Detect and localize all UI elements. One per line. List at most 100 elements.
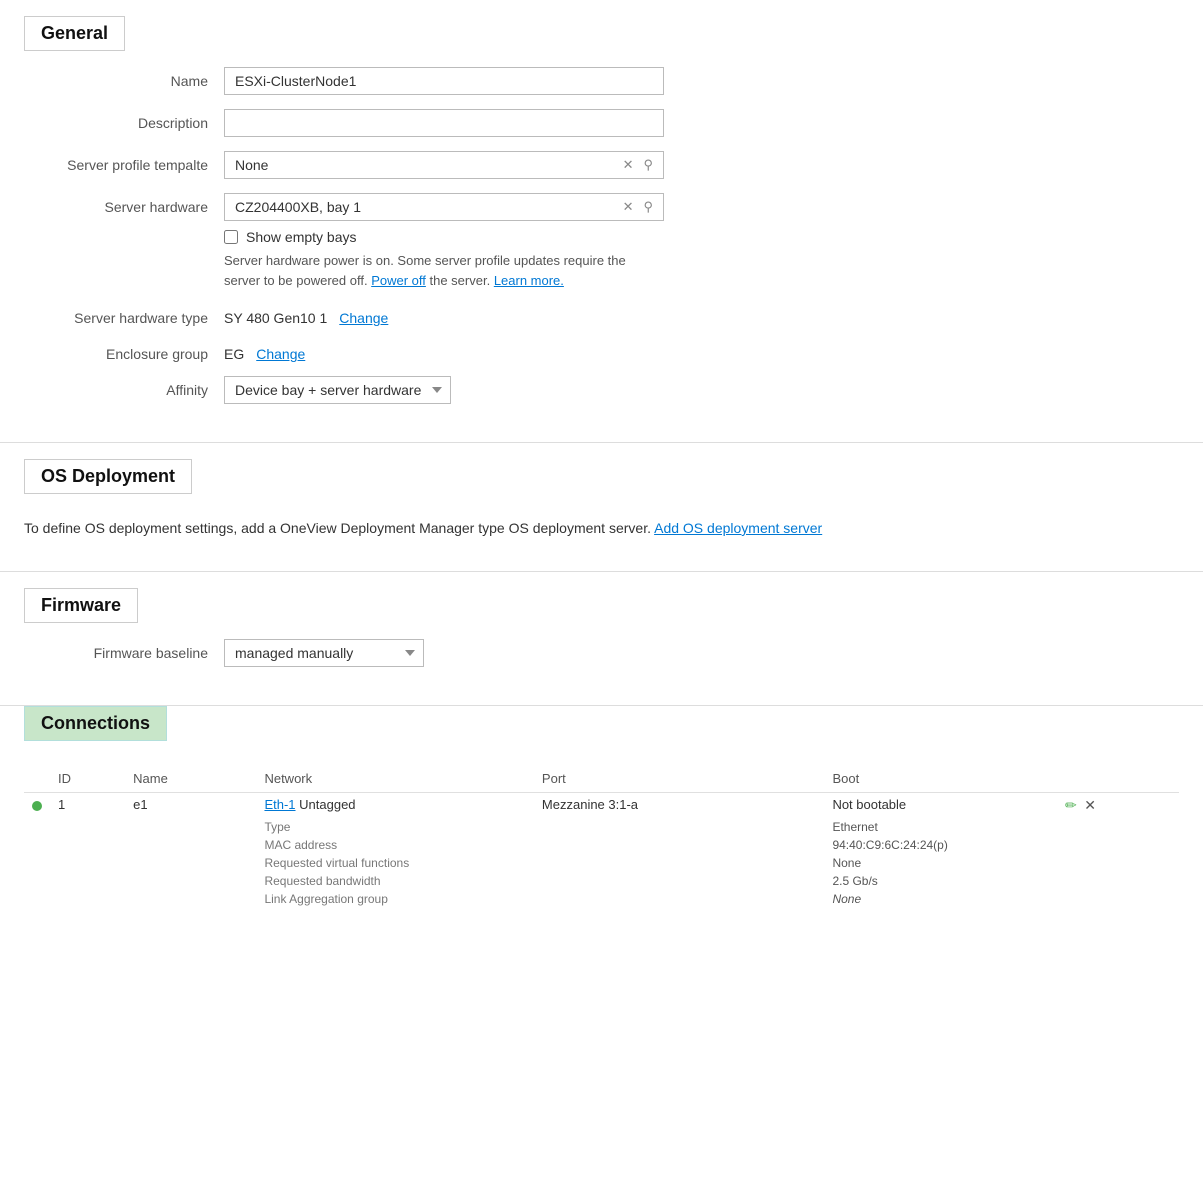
server-hardware-type-label: Server hardware type <box>24 304 224 326</box>
conn-bw-label: Requested bandwidth <box>264 874 380 888</box>
conn-mac-label: MAC address <box>264 838 337 852</box>
show-empty-bays-label[interactable]: Show empty bays <box>246 229 357 245</box>
name-input[interactable] <box>224 67 664 95</box>
conn-boot: Not bootable <box>832 797 906 812</box>
server-hardware-input-wrapper: ✕ ⚲ <box>224 193 664 221</box>
server-hardware-row: Server hardware ✕ ⚲ Show empty bays Serv… <box>0 193 1203 290</box>
server-profile-template-clear-btn[interactable]: ✕ <box>621 155 636 175</box>
description-row: Description <box>0 109 1203 137</box>
server-hardware-type-row: Server hardware type SY 480 Gen10 1 Chan… <box>0 304 1203 326</box>
conn-detail-bw-row: Requested bandwidth 2.5 Gb/s <box>24 872 1179 890</box>
show-empty-bays-checkbox[interactable] <box>224 230 238 244</box>
conn-detail-lag-row: Link Aggregation group None <box>24 890 1179 908</box>
conn-detail-type-row: Type Ethernet <box>24 818 1179 836</box>
server-hardware-input[interactable] <box>225 194 621 220</box>
conn-network-cell: Eth-1 Untagged <box>256 793 533 819</box>
connections-col-network: Network <box>256 765 533 793</box>
conn-detail-empty3 <box>125 818 256 836</box>
conn-detail-bw-value-cell: 2.5 Gb/s <box>824 872 1179 890</box>
connections-table-header: ID Name Network Port Boot <box>24 765 1179 793</box>
connections-table-body: 1 e1 Eth-1 Untagged Mezzanine 3:1-a Not … <box>24 793 1179 909</box>
conn-lag-label: Link Aggregation group <box>264 892 387 906</box>
conn-edit-btn[interactable]: ✏ <box>1065 797 1077 814</box>
conn-status-dot <box>32 801 42 811</box>
power-off-link[interactable]: Power off <box>371 273 426 288</box>
conn-vf-value: None <box>832 856 861 870</box>
description-input[interactable] <box>224 109 664 137</box>
server-hardware-icons: ✕ ⚲ <box>621 197 663 217</box>
server-hardware-label: Server hardware <box>24 193 224 215</box>
connections-table-wrapper: ID Name Network Port Boot 1 <box>0 765 1203 908</box>
firmware-section-header: Firmware <box>24 588 138 623</box>
conn-detail-type-cell: Type <box>256 818 824 836</box>
conn-lag-value: None <box>832 892 861 906</box>
server-hardware-clear-btn[interactable]: ✕ <box>621 197 636 217</box>
enclosure-group-area: EG Change <box>224 340 724 362</box>
conn-detail-empty5 <box>50 836 125 854</box>
connections-section: Connections ID Name Network Port Boot <box>0 706 1203 932</box>
connections-col-actions <box>1057 765 1179 793</box>
server-hardware-search-btn[interactable]: ⚲ <box>641 197 655 217</box>
connections-col-boot: Boot <box>824 765 1057 793</box>
conn-detail-empty4 <box>24 836 50 854</box>
conn-boot-cell: Not bootable <box>824 793 1057 819</box>
conn-detail-mac-row: MAC address 94:40:C9:6C:24:24(p) <box>24 836 1179 854</box>
general-section: General Name Description Server profile … <box>0 0 1203 443</box>
conn-detail-empty9 <box>125 854 256 872</box>
conn-type-value: Ethernet <box>832 820 877 834</box>
conn-detail-empty11 <box>50 872 125 890</box>
description-field-area <box>224 109 724 137</box>
server-profile-template-icons: ✕ ⚲ <box>621 155 663 175</box>
server-profile-template-input-wrapper: ✕ ⚲ <box>224 151 664 179</box>
conn-detail-empty1 <box>24 818 50 836</box>
power-info-text: Server hardware power is on. Some server… <box>224 251 664 290</box>
add-os-deployment-server-link[interactable]: Add OS deployment server <box>654 520 822 536</box>
server-profile-template-row: Server profile tempalte ✕ ⚲ <box>0 151 1203 179</box>
server-hardware-type-value: SY 480 Gen10 1 <box>224 310 327 326</box>
connections-section-header: Connections <box>24 706 167 741</box>
firmware-baseline-row: Firmware baseline managed manually None <box>0 639 1203 667</box>
enclosure-group-label: Enclosure group <box>24 340 224 362</box>
conn-detail-empty7 <box>24 854 50 872</box>
firmware-baseline-area: managed manually None <box>224 639 724 667</box>
learn-more-link[interactable]: Learn more. <box>494 273 564 288</box>
name-label: Name <box>24 67 224 89</box>
conn-network-link[interactable]: Eth-1 <box>264 797 295 812</box>
server-profile-template-input[interactable] <box>225 152 621 178</box>
conn-detail-empty10 <box>24 872 50 890</box>
general-section-header: General <box>24 16 125 51</box>
conn-network-tag: Untagged <box>299 797 355 812</box>
conn-detail-empty13 <box>24 890 50 908</box>
affinity-select[interactable]: Device bay + server hardware Device bay <box>224 376 451 404</box>
conn-mac-value: 94:40:C9:6C:24:24(p) <box>832 838 947 852</box>
connections-table: ID Name Network Port Boot 1 <box>24 765 1179 908</box>
os-deployment-description: To define OS deployment settings, add a … <box>24 520 651 536</box>
conn-detail-empty14 <box>50 890 125 908</box>
connections-title: Connections <box>41 713 150 734</box>
firmware-title: Firmware <box>41 595 121 616</box>
affinity-area: Device bay + server hardware Device bay <box>224 376 724 404</box>
firmware-baseline-select[interactable]: managed manually None <box>224 639 424 667</box>
connections-col-status <box>24 765 50 793</box>
conn-port-cell: Mezzanine 3:1-a <box>534 793 825 819</box>
conn-delete-btn[interactable]: ✕ <box>1084 797 1096 814</box>
conn-detail-empty12 <box>125 872 256 890</box>
conn-detail-lag-value-cell: None <box>824 890 1179 908</box>
conn-name-cell: e1 <box>125 793 256 819</box>
description-label: Description <box>24 109 224 131</box>
affinity-label: Affinity <box>24 376 224 398</box>
conn-detail-empty2 <box>50 818 125 836</box>
conn-vf-label: Requested virtual functions <box>264 856 409 870</box>
conn-detail-vf-cell: Requested virtual functions <box>256 854 824 872</box>
server-hardware-type-change-btn[interactable]: Change <box>339 310 388 326</box>
conn-type-label: Type <box>264 820 290 834</box>
conn-detail-type-value-cell: Ethernet <box>824 818 1179 836</box>
enclosure-group-value-row: EG Change <box>224 340 724 362</box>
connections-col-id: ID <box>50 765 125 793</box>
enclosure-group-change-btn[interactable]: Change <box>256 346 305 362</box>
enclosure-group-value: EG <box>224 346 244 362</box>
conn-detail-empty8 <box>50 854 125 872</box>
server-profile-template-search-btn[interactable]: ⚲ <box>641 155 655 175</box>
conn-detail-vf-row: Requested virtual functions None <box>24 854 1179 872</box>
conn-status-cell <box>24 793 50 819</box>
